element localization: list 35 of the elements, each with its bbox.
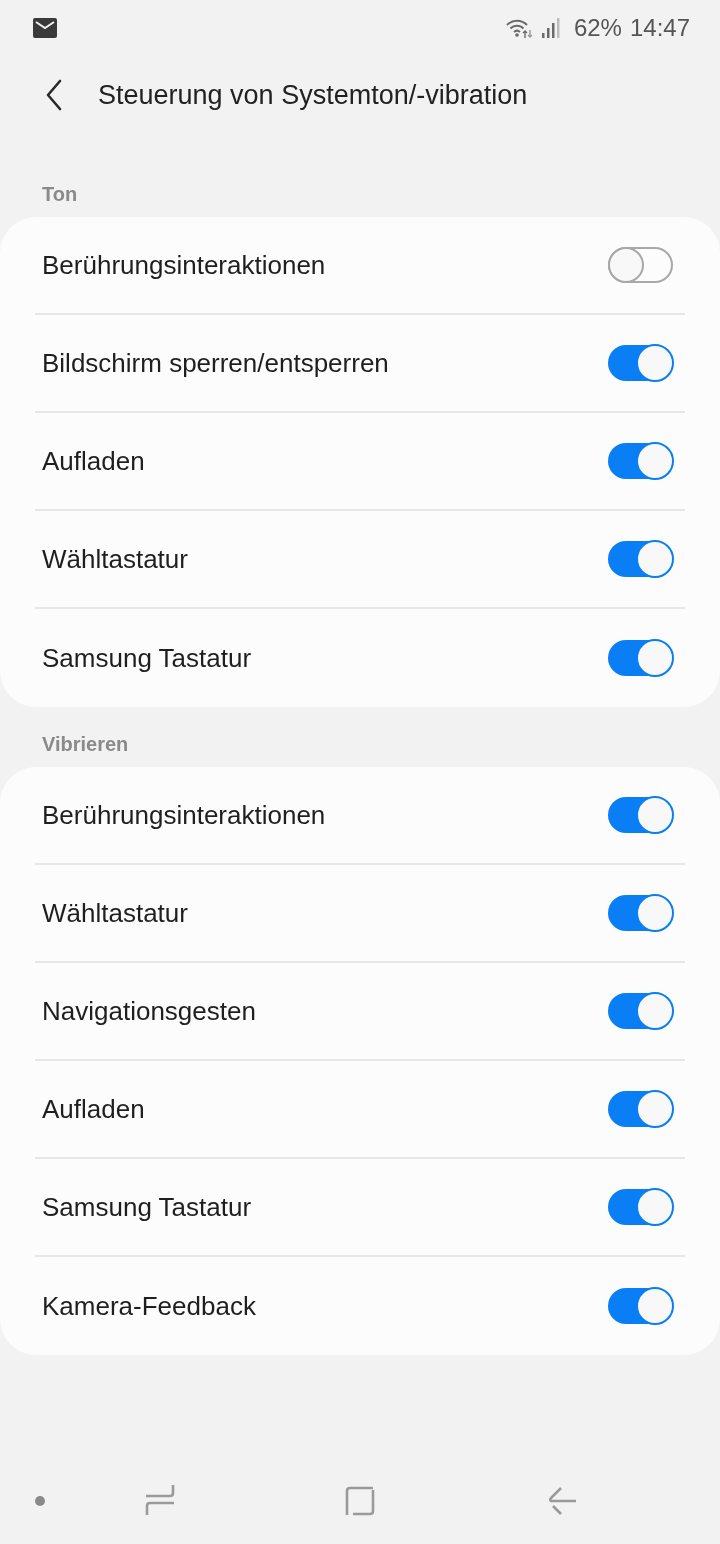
toggle-switch[interactable] [608, 797, 673, 833]
toggle-switch[interactable] [608, 247, 673, 283]
signal-icon [541, 18, 560, 38]
setting-label: Navigationsgesten [42, 995, 256, 1027]
battery-percent: 62% [573, 14, 622, 42]
toggle-switch[interactable] [608, 541, 673, 577]
dot-icon[interactable] [35, 1496, 45, 1506]
clock-time: 14:47 [629, 14, 690, 42]
setting-label: Aufladen [42, 1093, 145, 1125]
toggle-switch[interactable] [608, 1288, 673, 1324]
back-chevron-icon [46, 79, 62, 111]
toggle-switch[interactable] [608, 1091, 673, 1127]
page-title: Steuerung von Systemton/-vibration [98, 79, 528, 112]
toggle-switch[interactable] [608, 993, 673, 1029]
section-label: Ton [42, 182, 78, 206]
section-label: Vibrieren [42, 732, 129, 756]
setting-label: Aufladen [42, 445, 145, 477]
toggle-switch[interactable] [608, 895, 673, 931]
toggle-switch[interactable] [608, 443, 673, 479]
recent-apps-icon[interactable] [145, 1484, 175, 1516]
setting-label: Samsung Tastatur [42, 642, 252, 674]
toggle-switch[interactable] [608, 1189, 673, 1225]
setting-label: Berührungsinteraktionen [42, 249, 326, 281]
setting-label: Samsung Tastatur [42, 1191, 252, 1223]
setting-label: Wähltastatur [42, 897, 188, 929]
back-icon[interactable] [548, 1486, 578, 1516]
home-icon[interactable] [345, 1486, 375, 1516]
wifi-icon [505, 18, 532, 38]
setting-label: Wähltastatur [42, 543, 188, 575]
toggle-switch[interactable] [608, 640, 673, 676]
mail-icon [33, 18, 57, 38]
toggle-switch[interactable] [608, 345, 673, 381]
setting-label: Bildschirm sperren/entsperren [42, 347, 389, 379]
setting-label: Berührungsinteraktionen [42, 799, 326, 831]
setting-label: Kamera-Feedback [42, 1290, 256, 1322]
